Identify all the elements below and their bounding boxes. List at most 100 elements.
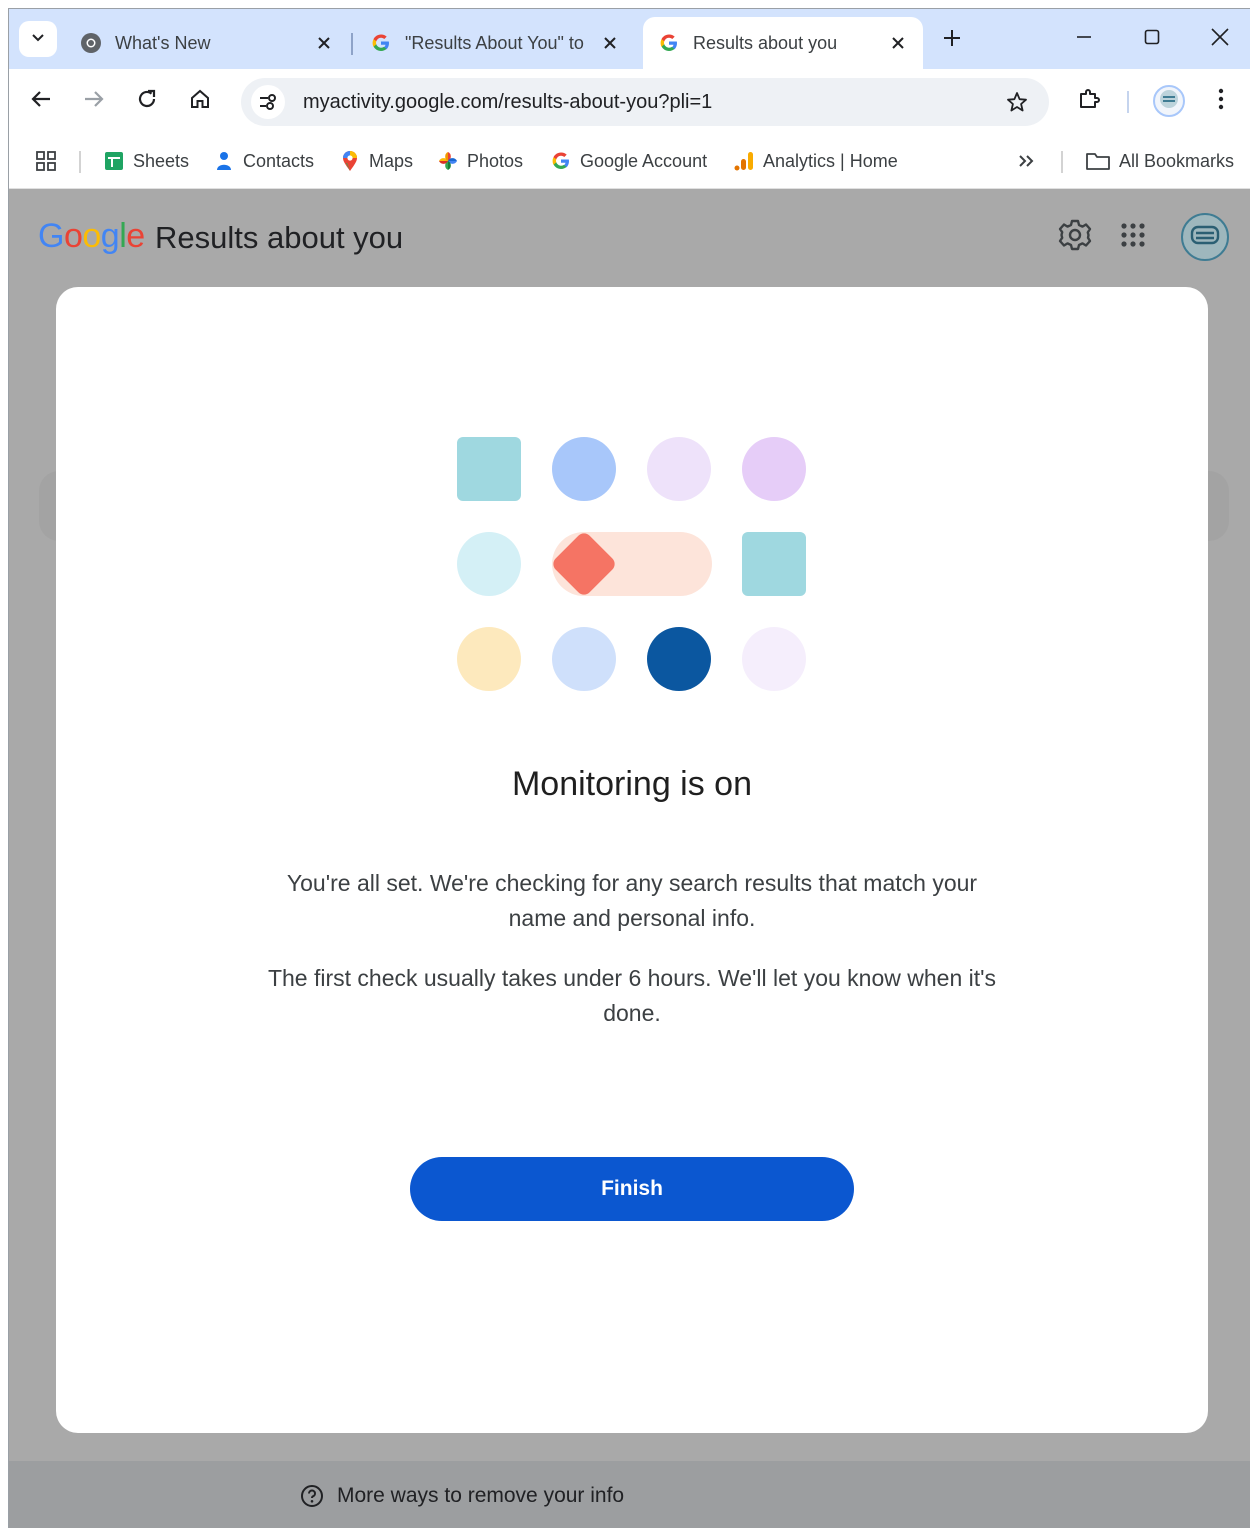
browser-window: What's New "Results About You" to Result… (8, 8, 1250, 1528)
maximize-icon (1144, 29, 1160, 50)
monitoring-illustration (457, 437, 807, 691)
back-button[interactable] (23, 83, 59, 119)
bookmarks-divider (79, 151, 81, 173)
address-bar[interactable]: myactivity.google.com/results-about-you?… (241, 78, 1049, 126)
finish-button[interactable]: Finish (410, 1157, 854, 1221)
extensions-button[interactable] (1071, 83, 1107, 119)
reload-button[interactable] (129, 83, 165, 119)
dialog-title: Monitoring is on (511, 765, 752, 803)
illustration-shape (647, 437, 711, 501)
chevron-down-icon (30, 29, 46, 50)
analytics-icon (733, 150, 755, 172)
profile-button[interactable] (1153, 85, 1185, 117)
reload-icon (136, 88, 158, 115)
illustration-shape (742, 532, 806, 596)
dialog-description: You're all set. We're checking for any s… (286, 870, 978, 931)
home-button[interactable] (182, 83, 218, 119)
double-chevron-right-icon (1015, 150, 1037, 172)
apps-grid-icon (1120, 222, 1146, 253)
bookmark-label: Sheets (133, 150, 190, 171)
app-header: Google Results about you (9, 189, 1250, 289)
bookmark-label: Google Account (580, 150, 708, 171)
illustration-shape (552, 437, 616, 501)
home-icon (189, 88, 211, 115)
apps-shortcut[interactable] (35, 147, 65, 175)
product-title: Results about you (155, 220, 404, 255)
tab-title: Results about you (693, 32, 838, 53)
google-g-icon (550, 150, 572, 172)
illustration-shape (457, 627, 521, 691)
help-circle-icon (299, 1483, 325, 1509)
close-icon[interactable] (313, 32, 335, 54)
minimize-button[interactable] (1067, 23, 1101, 55)
monitoring-dialog: Monitoring is on You're all set. We're c… (56, 287, 1208, 1433)
bookmark-maps[interactable]: Maps (339, 147, 413, 175)
google-g-icon (657, 31, 681, 55)
arrow-right-icon (83, 88, 105, 115)
bookmark-label: Photos (467, 150, 524, 171)
plus-icon (943, 29, 961, 52)
apps-grid-icon (35, 150, 57, 172)
tab-title: What's New (115, 32, 211, 53)
bookmark-star-icon[interactable] (999, 84, 1035, 120)
illustration-shape (742, 437, 806, 501)
page-footer: More ways to remove your info (9, 1461, 1250, 1528)
folder-icon (1085, 150, 1111, 172)
gear-icon (1058, 218, 1092, 257)
tab-results-about-you-article[interactable]: "Results About You" to (355, 17, 635, 69)
bookmark-sheets[interactable]: Sheets (103, 147, 189, 175)
tab-title: "Results About You" to (405, 32, 584, 53)
close-icon (1211, 27, 1229, 51)
dialog-note: The first check usually takes under 6 ho… (267, 965, 997, 1026)
close-icon[interactable] (887, 32, 909, 54)
maps-pin-icon (339, 150, 361, 172)
arrow-left-icon (30, 88, 52, 115)
tab-divider (351, 33, 353, 55)
settings-button[interactable] (1055, 217, 1095, 257)
close-icon[interactable] (599, 32, 621, 54)
tab-whats-new[interactable]: What's New (65, 17, 349, 69)
illustration-shape (552, 627, 616, 691)
illustration-shape (647, 627, 711, 691)
maximize-button[interactable] (1135, 23, 1169, 55)
footer-link-label: More ways to remove your info (337, 1484, 625, 1507)
browser-menu-button[interactable] (1203, 83, 1239, 119)
illustration-shape (742, 627, 806, 691)
tab-search-button[interactable] (19, 21, 57, 57)
contacts-icon (213, 150, 235, 172)
bookmark-contacts[interactable]: Contacts (213, 147, 314, 175)
bookmark-photos[interactable]: Photos (437, 147, 523, 175)
tab-results-about-you[interactable]: Results about you (643, 17, 923, 69)
bookmark-label: Analytics | Home (763, 150, 898, 171)
tab-strip: What's New "Results About You" to Result… (9, 9, 1250, 69)
bookmarks-bar: Sheets Contacts Maps Photos Google Accou… (9, 133, 1250, 189)
more-bookmarks-button[interactable] (1015, 147, 1045, 175)
chrome-icon (79, 31, 103, 55)
page-content: Google Results about you Monitoring is o… (9, 189, 1250, 1528)
site-info-icon[interactable] (251, 85, 285, 119)
google-apps-button[interactable] (1113, 217, 1153, 257)
illustration-shape (457, 532, 521, 596)
account-avatar[interactable] (1181, 213, 1229, 261)
forward-button[interactable] (76, 83, 112, 119)
new-tab-button[interactable] (939, 27, 965, 53)
all-bookmarks-folder[interactable]: All Bookmarks (1085, 147, 1234, 175)
browser-toolbar: myactivity.google.com/results-about-you?… (9, 69, 1250, 133)
more-ways-link[interactable]: More ways to remove your info (299, 1483, 624, 1509)
profile-avatar-icon (1159, 89, 1179, 114)
google-g-icon (369, 31, 393, 55)
profile-avatar-icon (1190, 223, 1220, 252)
bookmark-label: All Bookmarks (1119, 150, 1235, 171)
url-text[interactable]: myactivity.google.com/results-about-you?… (303, 91, 999, 114)
close-window-button[interactable] (1203, 23, 1237, 55)
illustration-shape (457, 437, 521, 501)
toolbar-divider (1127, 91, 1129, 113)
google-logo: Google (38, 217, 145, 255)
bookmark-analytics[interactable]: Analytics | Home (733, 147, 898, 175)
bookmark-label: Maps (369, 150, 414, 171)
bookmarks-divider (1061, 151, 1063, 173)
puzzle-icon (1077, 87, 1101, 116)
more-vert-icon (1218, 88, 1224, 115)
minimize-icon (1076, 29, 1092, 50)
bookmark-google-account[interactable]: Google Account (550, 147, 707, 175)
